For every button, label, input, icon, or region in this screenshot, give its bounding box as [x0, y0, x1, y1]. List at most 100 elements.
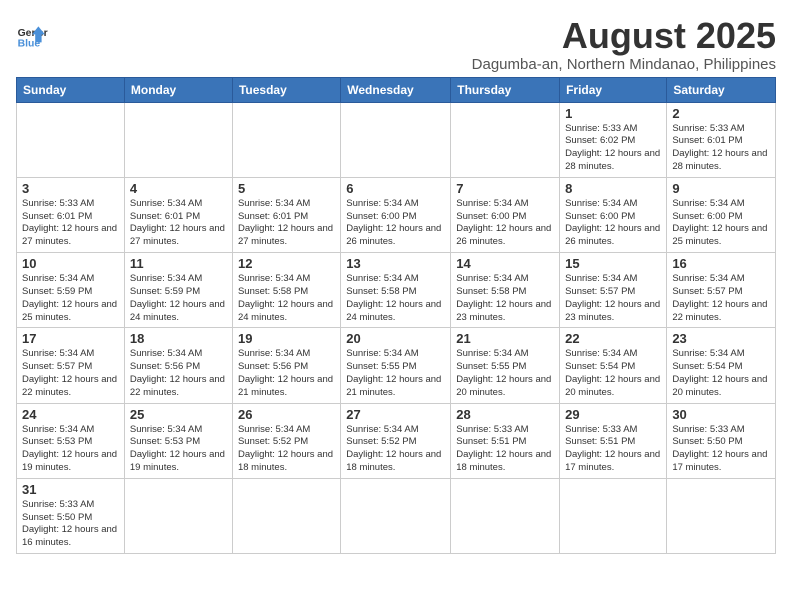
day-info: Sunrise: 5:33 AM Sunset: 5:50 PM Dayligh…	[672, 424, 770, 475]
day-number: 8	[565, 181, 661, 196]
day-number: 3	[22, 181, 119, 196]
day-info: Sunrise: 5:33 AM Sunset: 5:51 PM Dayligh…	[456, 424, 554, 475]
calendar-cell: 11Sunrise: 5:34 AM Sunset: 5:59 PM Dayli…	[124, 253, 232, 328]
calendar-cell: 26 Sunrise: 5:34 AM Sunset: 5:52 PM Dayli…	[232, 403, 340, 478]
calendar-cell: 12Sunrise: 5:34 AM Sunset: 5:58 PM Dayli…	[232, 253, 340, 328]
calendar-cell: 8 Sunrise: 5:34 AM Sunset: 6:00 PM Daylig…	[560, 177, 667, 252]
calendar-cell: 19 Sunrise: 5:34 AM Sunset: 5:56 PM Dayli…	[232, 328, 340, 403]
weekday-header-friday: Friday	[560, 77, 667, 102]
weekday-header-row: SundayMondayTuesdayWednesdayThursdayFrid…	[17, 77, 776, 102]
weekday-header-monday: Monday	[124, 77, 232, 102]
week-row-3: 10 Sunrise: 5:34 AM Sunset: 5:59 PM Dayli…	[17, 253, 776, 328]
calendar-cell: 9Sunrise: 5:34 AM Sunset: 6:00 PM Daylig…	[667, 177, 776, 252]
day-number: 29	[565, 407, 661, 422]
day-info: Sunrise: 5:33 AM Sunset: 6:01 PM Dayligh…	[22, 198, 119, 249]
month-title: August 2025	[472, 16, 776, 56]
day-info: Sunrise: 5:34 AM Sunset: 6:00 PM Dayligh…	[456, 198, 554, 249]
day-number: 26	[238, 407, 335, 422]
calendar-cell	[451, 478, 560, 553]
week-row-2: 3 Sunrise: 5:33 AM Sunset: 6:01 PM Daylig…	[17, 177, 776, 252]
calendar-cell: 7 Sunrise: 5:34 AM Sunset: 6:00 PM Daylig…	[451, 177, 560, 252]
calendar-cell: 22Sunrise: 5:34 AM Sunset: 5:54 PM Dayli…	[560, 328, 667, 403]
title-area: August 2025 Dagumba-an, Northern Mindana…	[472, 16, 776, 73]
day-number: 24	[22, 407, 119, 422]
day-info: Sunrise: 5:34 AM Sunset: 5:55 PM Dayligh…	[456, 348, 554, 399]
day-info: Sunrise: 5:33 AM Sunset: 5:51 PM Dayligh…	[565, 424, 661, 475]
day-info: Sunrise: 5:34 AM Sunset: 5:58 PM Dayligh…	[456, 273, 554, 324]
header: General Blue August 2025 Dagumba-an, Nor…	[16, 16, 776, 73]
day-info: Sunrise: 5:33 AM Sunset: 5:50 PM Dayligh…	[22, 499, 119, 550]
subtitle: Dagumba-an, Northern Mindanao, Philippin…	[472, 56, 776, 73]
day-info: Sunrise: 5:34 AM Sunset: 5:56 PM Dayligh…	[238, 348, 335, 399]
day-info: Sunrise: 5:34 AM Sunset: 5:54 PM Dayligh…	[672, 348, 770, 399]
calendar-cell: 30 Sunrise: 5:33 AM Sunset: 5:50 PM Dayli…	[667, 403, 776, 478]
day-info: Sunrise: 5:34 AM Sunset: 6:00 PM Dayligh…	[346, 198, 445, 249]
calendar-cell: 27Sunrise: 5:34 AM Sunset: 5:52 PM Dayli…	[341, 403, 451, 478]
day-number: 4	[130, 181, 227, 196]
day-number: 13	[346, 256, 445, 271]
day-info: Sunrise: 5:33 AM Sunset: 6:01 PM Dayligh…	[672, 123, 770, 174]
calendar-cell: 15 Sunrise: 5:34 AM Sunset: 5:57 PM Dayli…	[560, 253, 667, 328]
calendar-cell	[124, 102, 232, 177]
week-row-6: 31 Sunrise: 5:33 AM Sunset: 5:50 PM Dayli…	[17, 478, 776, 553]
calendar-cell: 17 Sunrise: 5:34 AM Sunset: 5:57 PM Dayli…	[17, 328, 125, 403]
day-number: 5	[238, 181, 335, 196]
calendar-cell: 4Sunrise: 5:34 AM Sunset: 6:01 PM Daylig…	[124, 177, 232, 252]
calendar-cell: 24Sunrise: 5:34 AM Sunset: 5:53 PM Dayli…	[17, 403, 125, 478]
calendar-cell	[560, 478, 667, 553]
day-info: Sunrise: 5:33 AM Sunset: 6:02 PM Dayligh…	[565, 123, 661, 174]
day-number: 30	[672, 407, 770, 422]
calendar-cell	[341, 478, 451, 553]
week-row-1: 1Sunrise: 5:33 AM Sunset: 6:02 PM Daylig…	[17, 102, 776, 177]
logo-icon: General Blue	[16, 20, 48, 52]
calendar-cell: 29 Sunrise: 5:33 AM Sunset: 5:51 PM Dayli…	[560, 403, 667, 478]
calendar-cell: 5 Sunrise: 5:34 AM Sunset: 6:01 PM Daylig…	[232, 177, 340, 252]
weekday-header-sunday: Sunday	[17, 77, 125, 102]
day-info: Sunrise: 5:34 AM Sunset: 5:53 PM Dayligh…	[130, 424, 227, 475]
calendar-cell: 20Sunrise: 5:34 AM Sunset: 5:55 PM Dayli…	[341, 328, 451, 403]
calendar-cell: 25Sunrise: 5:34 AM Sunset: 5:53 PM Dayli…	[124, 403, 232, 478]
calendar-cell	[451, 102, 560, 177]
calendar-cell	[17, 102, 125, 177]
day-info: Sunrise: 5:34 AM Sunset: 5:59 PM Dayligh…	[22, 273, 119, 324]
day-number: 19	[238, 331, 335, 346]
day-number: 17	[22, 331, 119, 346]
calendar-cell: 14 Sunrise: 5:34 AM Sunset: 5:58 PM Dayli…	[451, 253, 560, 328]
day-info: Sunrise: 5:34 AM Sunset: 6:00 PM Dayligh…	[565, 198, 661, 249]
day-info: Sunrise: 5:34 AM Sunset: 5:58 PM Dayligh…	[346, 273, 445, 324]
calendar-cell: 31 Sunrise: 5:33 AM Sunset: 5:50 PM Dayli…	[17, 478, 125, 553]
day-number: 21	[456, 331, 554, 346]
day-number: 11	[130, 256, 227, 271]
day-number: 14	[456, 256, 554, 271]
day-info: Sunrise: 5:34 AM Sunset: 5:52 PM Dayligh…	[346, 424, 445, 475]
day-info: Sunrise: 5:34 AM Sunset: 5:55 PM Dayligh…	[346, 348, 445, 399]
day-number: 10	[22, 256, 119, 271]
calendar-cell: 1Sunrise: 5:33 AM Sunset: 6:02 PM Daylig…	[560, 102, 667, 177]
day-number: 31	[22, 482, 119, 497]
day-number: 15	[565, 256, 661, 271]
calendar-cell	[232, 102, 340, 177]
day-info: Sunrise: 5:34 AM Sunset: 5:56 PM Dayligh…	[130, 348, 227, 399]
day-number: 9	[672, 181, 770, 196]
calendar-cell: 21 Sunrise: 5:34 AM Sunset: 5:55 PM Dayli…	[451, 328, 560, 403]
calendar-cell: 28Sunrise: 5:33 AM Sunset: 5:51 PM Dayli…	[451, 403, 560, 478]
day-info: Sunrise: 5:34 AM Sunset: 5:52 PM Dayligh…	[238, 424, 335, 475]
day-number: 18	[130, 331, 227, 346]
day-info: Sunrise: 5:34 AM Sunset: 5:57 PM Dayligh…	[22, 348, 119, 399]
day-number: 2	[672, 106, 770, 121]
calendar-cell	[232, 478, 340, 553]
calendar-cell: 2 Sunrise: 5:33 AM Sunset: 6:01 PM Daylig…	[667, 102, 776, 177]
day-number: 22	[565, 331, 661, 346]
calendar-cell	[341, 102, 451, 177]
week-row-5: 24 Sunrise: 5:34 AM Sunset: 5:53 PM Dayli…	[17, 403, 776, 478]
day-number: 7	[456, 181, 554, 196]
day-number: 23	[672, 331, 770, 346]
calendar-cell: 10 Sunrise: 5:34 AM Sunset: 5:59 PM Dayli…	[17, 253, 125, 328]
day-number: 16	[672, 256, 770, 271]
day-info: Sunrise: 5:34 AM Sunset: 5:57 PM Dayligh…	[565, 273, 661, 324]
day-number: 12	[238, 256, 335, 271]
weekday-header-saturday: Saturday	[667, 77, 776, 102]
calendar-cell	[667, 478, 776, 553]
day-info: Sunrise: 5:34 AM Sunset: 6:01 PM Dayligh…	[238, 198, 335, 249]
weekday-header-wednesday: Wednesday	[341, 77, 451, 102]
